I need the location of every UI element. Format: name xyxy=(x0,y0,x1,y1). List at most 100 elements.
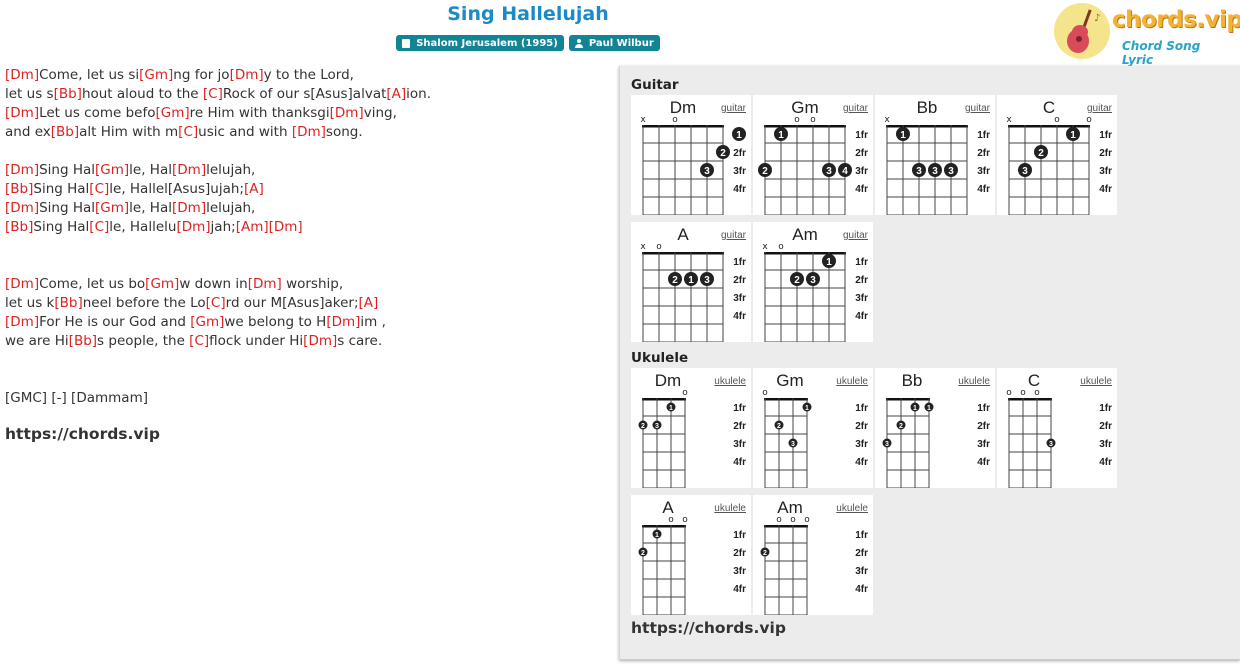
fret-label: 4fr xyxy=(733,184,746,195)
chord-name: Gm xyxy=(776,371,803,390)
ukulele-chord-dm[interactable]: Dm ukulele o 1fr 2fr 3fr 4fr 1 2 3 xyxy=(631,368,751,488)
chord-marker[interactable]: [Bb] xyxy=(51,124,79,140)
site-url-left[interactable]: https://chords.vip xyxy=(5,425,160,443)
ukulele-link[interactable]: ukulele xyxy=(958,376,990,387)
fret-label: 4fr xyxy=(977,457,990,468)
guitar-link[interactable]: guitar xyxy=(721,103,747,114)
muted-string-mark: x xyxy=(1006,115,1012,125)
lyric-text: we are Hi xyxy=(5,333,69,349)
guitar-link[interactable]: guitar xyxy=(721,230,747,241)
chord-marker[interactable]: [Dm] xyxy=(303,333,337,349)
guitar-chord-a[interactable]: Aguitar x o 1fr 2fr 3fr 4fr 2 1 3 xyxy=(631,222,751,342)
chord-marker[interactable]: [A] xyxy=(244,181,264,197)
lyric-text: Sing Hal xyxy=(33,219,90,235)
ukulele-chord-gm[interactable]: Gm ukulele o 1fr 2fr 3fr 4fr 1 2 3 xyxy=(753,368,873,488)
finger-number: 3 xyxy=(704,166,710,177)
fret-label: 4fr xyxy=(855,311,868,322)
chord-marker[interactable]: [Gm] xyxy=(139,67,173,83)
guitar-chord-gm[interactable]: Gm guitar o o 1fr 2fr 3fr 4fr 1 2 3 4 xyxy=(753,95,873,215)
chord-marker[interactable]: [Gm] xyxy=(155,105,189,121)
lyric-line xyxy=(5,351,605,370)
chord-marker[interactable]: [Am] xyxy=(236,219,269,235)
chord-marker[interactable]: [Dm] xyxy=(330,105,364,121)
ukulele-chord-c[interactable]: Cukulele o o o 1fr 2fr 3fr 4fr 3 xyxy=(997,368,1117,488)
chord-marker[interactable]: [Dm] xyxy=(176,219,210,235)
chord-marker[interactable]: [Dm] xyxy=(269,219,303,235)
chord-marker[interactable]: [C] xyxy=(178,124,198,140)
finger-number: 1 xyxy=(805,405,809,412)
chord-marker[interactable]: [Dm] xyxy=(326,314,360,330)
chord-diagram: Aguitar x o 1fr 2fr 3fr 4fr 2 1 3 xyxy=(640,225,747,342)
open-string-mark: o xyxy=(794,115,800,125)
guitar-link[interactable]: guitar xyxy=(843,103,869,114)
guitar-chord-am[interactable]: Am guitar x o 1fr 2fr 3fr 4fr 1 2 3 xyxy=(753,222,873,342)
album-label: Shalom Jerusalem (1995) xyxy=(416,37,558,49)
chord-marker[interactable]: [Dm] xyxy=(292,124,326,140)
chord-marker[interactable]: [Dm] xyxy=(5,67,39,83)
ukulele-link[interactable]: ukulele xyxy=(714,376,746,387)
fret-label: 3fr xyxy=(733,166,746,177)
chord-marker[interactable]: [C] xyxy=(89,181,109,197)
lyric-text: im , xyxy=(360,314,386,330)
chord-marker[interactable]: [A] xyxy=(359,295,379,311)
ukulele-heading: Ukulele xyxy=(631,350,689,366)
chord-marker[interactable]: [C] xyxy=(89,219,109,235)
open-string-mark: o xyxy=(790,515,796,525)
guitar-chord-bb[interactable]: Bb guitar x 1fr 2fr 3fr 4fr 1 3 3 3 xyxy=(875,95,995,215)
chord-marker[interactable]: [C] xyxy=(206,295,226,311)
lyric-text: worship, xyxy=(281,276,344,292)
lyric-text: ving, xyxy=(363,105,397,121)
ukulele-link[interactable]: ukulele xyxy=(1080,376,1112,387)
guitar-heading: Guitar xyxy=(631,77,679,93)
guitar-link[interactable]: guitar xyxy=(843,230,869,241)
ukulele-chord-bb[interactable]: Bb ukulele 1fr 2fr 3fr 4fr 1 1 2 3 xyxy=(875,368,995,488)
chord-marker[interactable]: [Gm] xyxy=(190,314,224,330)
chord-marker[interactable]: [Bb] xyxy=(69,333,97,349)
site-logo[interactable]: ♪ chords.vip Chord Song Lyric xyxy=(1054,3,1240,67)
chord-marker[interactable]: [Dm] xyxy=(172,200,206,216)
chord-marker[interactable]: [A] xyxy=(386,86,406,102)
artist-badge[interactable]: Paul Wilbur xyxy=(568,35,660,51)
fret-label: 3fr xyxy=(855,293,868,304)
lyric-text: song. xyxy=(325,124,363,140)
chord-marker[interactable]: [Dm] xyxy=(5,314,39,330)
person-icon xyxy=(574,38,583,48)
finger-number: 1 xyxy=(913,405,917,412)
ukulele-link[interactable]: ukulele xyxy=(714,503,746,514)
chord-marker[interactable]: [Dm] xyxy=(5,276,39,292)
finger-number: 2 xyxy=(794,275,800,286)
chord-marker[interactable]: [Bb] xyxy=(54,295,82,311)
lyric-line: [Dm]Sing Hal[Gm]le, Hal[Dm]lelujah, xyxy=(5,161,605,180)
ukulele-link[interactable]: ukulele xyxy=(836,376,868,387)
chord-marker[interactable]: [Dm] xyxy=(248,276,282,292)
ukulele-link[interactable]: ukulele xyxy=(836,503,868,514)
fret-label: 3fr xyxy=(977,166,990,177)
chord-marker[interactable]: [Bb] xyxy=(54,86,82,102)
chord-marker[interactable]: [C] xyxy=(203,86,223,102)
nut xyxy=(886,398,930,401)
lyric-line: [Dm]For He is our God and [Gm]we belong … xyxy=(5,313,605,332)
guitar-link[interactable]: guitar xyxy=(1087,103,1113,114)
guitar-chord-c[interactable]: Cguitar x o o 1fr 2fr 3fr 4fr 1 2 3 xyxy=(997,95,1117,215)
chord-marker[interactable]: [Bb] xyxy=(5,219,33,235)
site-url-right[interactable]: https://chords.vip xyxy=(631,619,786,637)
chord-marker[interactable]: [Dm] xyxy=(230,67,264,83)
chord-marker[interactable]: [Dm] xyxy=(172,162,206,178)
chord-marker[interactable]: [Gm] xyxy=(145,276,179,292)
fret-label: 4fr xyxy=(855,584,868,595)
chord-diagram: Dmguitarxo1fr2fr3fr4fr123 xyxy=(640,98,747,215)
chord-marker[interactable]: [Bb] xyxy=(5,181,33,197)
chord-marker[interactable]: [C] xyxy=(189,333,209,349)
guitar-chord-dm[interactable]: Dmguitarxo1fr2fr3fr4fr123 xyxy=(631,95,751,215)
guitar-link[interactable]: guitar xyxy=(965,103,991,114)
chord-marker[interactable]: [Gm] xyxy=(95,200,129,216)
album-badge[interactable]: Shalom Jerusalem (1995) xyxy=(396,35,564,51)
ukulele-chord-a[interactable]: Aukulele o o 1fr 2fr 3fr 4fr 1 2 xyxy=(631,495,751,615)
chord-marker[interactable]: [Dm] xyxy=(5,200,39,216)
ukulele-chord-am[interactable]: Am ukulele o o o 1fr 2fr 3fr 4fr 2 xyxy=(753,495,873,615)
chord-marker[interactable]: [Dm] xyxy=(5,105,39,121)
lyric-line: [GMC] [-] [Dammam] xyxy=(5,389,605,408)
chord-marker[interactable]: [Gm] xyxy=(95,162,129,178)
chord-marker[interactable]: [Dm] xyxy=(5,162,39,178)
open-string-mark: o xyxy=(778,242,784,252)
